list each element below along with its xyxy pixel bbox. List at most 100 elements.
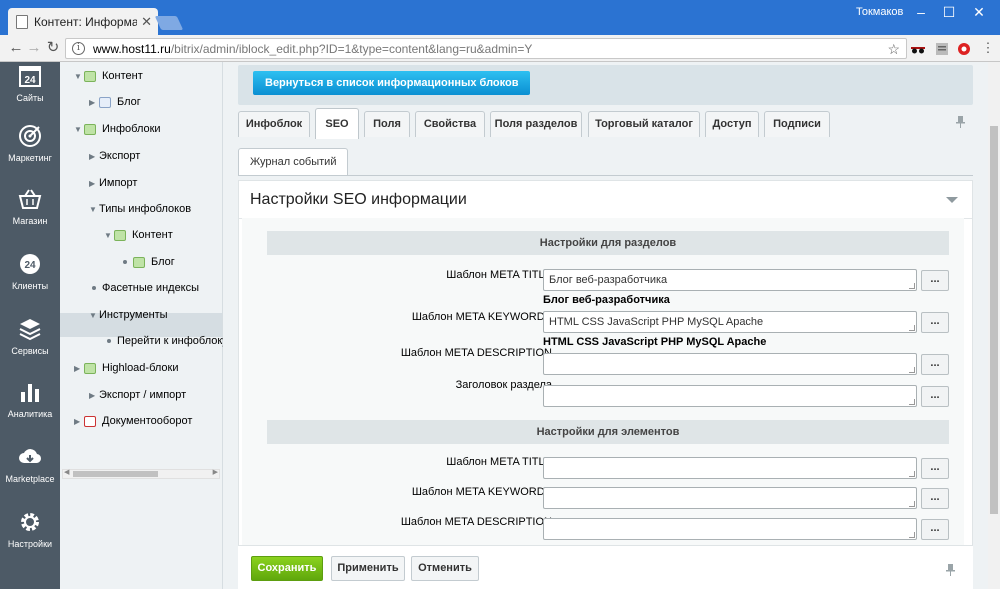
tab-properties[interactable]: Свойства (415, 111, 485, 137)
scroll-right-icon[interactable]: ▶ (213, 468, 218, 476)
menu-dots-icon[interactable]: ⋮ (978, 39, 998, 57)
tab-event-log[interactable]: Журнал событий (238, 148, 349, 176)
tab-captions[interactable]: Подписи (764, 111, 830, 137)
scroll-left-icon[interactable]: ◀ (64, 468, 69, 476)
reader-icon[interactable] (935, 42, 949, 56)
seo-settings-card: Настройки SEO информации Настройки для р… (238, 180, 973, 589)
tab-trade-catalog[interactable]: Торговый каталог (588, 111, 700, 137)
tree-node-import[interactable]: ▶ Импорт (89, 177, 137, 189)
resize-handle-icon[interactable] (909, 471, 915, 477)
field-label: Шаблон META KEYWORDS (411, 311, 552, 323)
tab-fields[interactable]: Поля (364, 111, 410, 137)
template-picker-button[interactable]: ... (921, 270, 949, 291)
bookmark-star-icon[interactable]: ☆ (887, 41, 900, 58)
cancel-button[interactable]: Отменить (411, 556, 479, 581)
template-picker-button[interactable]: ... (921, 312, 949, 333)
tree-node-highload[interactable]: ▶ Highload-блоки (74, 362, 179, 374)
menu-item-label: Сайты (16, 93, 44, 103)
extension-badge-icon[interactable] (957, 42, 971, 56)
section-meta-keywords-input[interactable]: HTML CSS JavaScript PHP MySQL Apache (543, 311, 917, 333)
back-to-list-button[interactable]: Вернуться в список информационных блоков (253, 71, 531, 95)
tab-access[interactable]: Доступ (705, 111, 759, 137)
tree-node-export-import[interactable]: ▶ Экспорт / импорт (89, 389, 186, 401)
template-picker-button[interactable]: ... (921, 386, 949, 407)
minimize-icon[interactable]: – (906, 2, 936, 22)
menu-item-shop[interactable]: Магазин (0, 187, 60, 226)
tree-expanded-icon[interactable]: ▼ (74, 125, 84, 134)
menu-item-clients[interactable]: 24 Клиенты (0, 252, 60, 291)
tree-node-goto-iblock[interactable]: Перейти к инфоблоку / э (104, 335, 243, 347)
tree-collapsed-icon[interactable]: ▶ (89, 152, 99, 161)
menu-item-marketplace[interactable]: Marketplace (0, 445, 60, 484)
tree-node-iblock-types[interactable]: ▼ Типы инфоблоков (89, 203, 191, 215)
tree-collapsed-icon[interactable]: ▶ (89, 98, 99, 107)
tree-horizontal-scrollbar[interactable]: ◀ ▶ (62, 469, 220, 479)
reload-icon[interactable]: ↻ (43, 39, 63, 57)
info-icon[interactable]: i (72, 42, 85, 55)
tree-node-type-content[interactable]: ▼ Контент (104, 229, 173, 241)
tree-expanded-icon[interactable]: ▼ (89, 311, 99, 320)
resize-handle-icon[interactable] (909, 283, 915, 289)
section-meta-title-input[interactable]: Блог веб-разработчика (543, 269, 917, 291)
tree-node-label: Блог (117, 96, 141, 108)
spy-glasses-icon[interactable] (911, 42, 925, 56)
forward-arrow-icon[interactable]: → (24, 39, 44, 57)
resize-handle-icon[interactable] (909, 532, 915, 538)
context-toolbar: Вернуться в список информационных блоков (238, 65, 973, 105)
tree-collapsed-icon[interactable]: ▶ (89, 179, 99, 188)
tree-node-tools[interactable]: ▼ Инструменты (89, 309, 168, 321)
resize-handle-icon[interactable] (909, 399, 915, 405)
tree-node-content[interactable]: ▼ Контент (74, 70, 143, 82)
resize-handle-icon[interactable] (909, 325, 915, 331)
tab-section-fields[interactable]: Поля разделов (490, 111, 582, 137)
section-meta-description-input[interactable] (543, 353, 917, 375)
back-arrow-icon[interactable]: ← (6, 39, 26, 57)
tree-collapsed-icon[interactable]: ▶ (74, 417, 84, 426)
tree-collapsed-icon[interactable]: ▶ (74, 364, 84, 373)
section-heading-input[interactable] (543, 385, 917, 407)
scrollbar-thumb[interactable] (990, 126, 998, 514)
pin-icon[interactable] (956, 116, 965, 128)
maximize-icon[interactable]: ☐ (934, 2, 964, 22)
tab-infoblock[interactable]: Инфоблок (238, 111, 310, 137)
tree-expanded-icon[interactable]: ▼ (104, 231, 114, 240)
tree-node-export[interactable]: ▶ Экспорт (89, 150, 140, 162)
element-meta-keywords-input[interactable] (543, 487, 917, 509)
tree-node-blog[interactable]: ▶ Блог (89, 96, 141, 108)
menu-item-settings[interactable]: Настройки (0, 510, 60, 549)
tree-node-infoblocks[interactable]: ▼ Инфоблоки (74, 123, 161, 135)
profile-name[interactable]: Токмаков (856, 6, 903, 18)
collapse-arrow-icon[interactable] (946, 197, 958, 203)
tab-seo[interactable]: SEO (315, 108, 359, 139)
element-meta-description-input[interactable] (543, 518, 917, 540)
tree-expanded-icon[interactable]: ▼ (74, 72, 84, 81)
tree-expanded-icon[interactable]: ▼ (89, 205, 99, 214)
element-meta-title-input[interactable] (543, 457, 917, 479)
apply-button[interactable]: Применить (331, 556, 405, 581)
template-picker-button[interactable]: ... (921, 458, 949, 479)
field-label: Шаблон META DESCRIPTION (400, 347, 552, 359)
page-vertical-scrollbar[interactable] (988, 62, 1000, 589)
close-tab-icon[interactable]: ✕ (141, 14, 152, 30)
save-button[interactable]: Сохранить (251, 556, 323, 581)
template-picker-button[interactable]: ... (921, 519, 949, 540)
template-picker-button[interactable]: ... (921, 354, 949, 375)
browser-tab[interactable]: Контент: Информационн ✕ (8, 8, 158, 35)
pin-icon[interactable] (946, 564, 955, 576)
menu-item-marketing[interactable]: Маркетинг (0, 124, 60, 163)
tree-node-docflow[interactable]: ▶ Документооборот (74, 415, 192, 427)
tree-node-facet-index[interactable]: Фасетные индексы (89, 282, 199, 294)
close-window-icon[interactable]: ✕ (964, 2, 994, 22)
new-tab-button[interactable] (154, 16, 184, 30)
template-picker-button[interactable]: ... (921, 488, 949, 509)
scrollbar-thumb[interactable] (73, 471, 158, 477)
tree-node-type-blog[interactable]: Блог (120, 256, 175, 268)
menu-item-services[interactable]: Сервисы (0, 317, 60, 356)
tree-collapsed-icon[interactable]: ▶ (89, 391, 99, 400)
resize-handle-icon[interactable] (909, 367, 915, 373)
bar-chart-icon (21, 384, 39, 402)
resize-handle-icon[interactable] (909, 501, 915, 507)
menu-item-sites[interactable]: 24 Сайты (0, 64, 60, 103)
address-bar[interactable]: i www.host11.ru/bitrix/admin/iblock_edit… (65, 38, 907, 59)
menu-item-analytics[interactable]: Аналитика (0, 380, 60, 419)
